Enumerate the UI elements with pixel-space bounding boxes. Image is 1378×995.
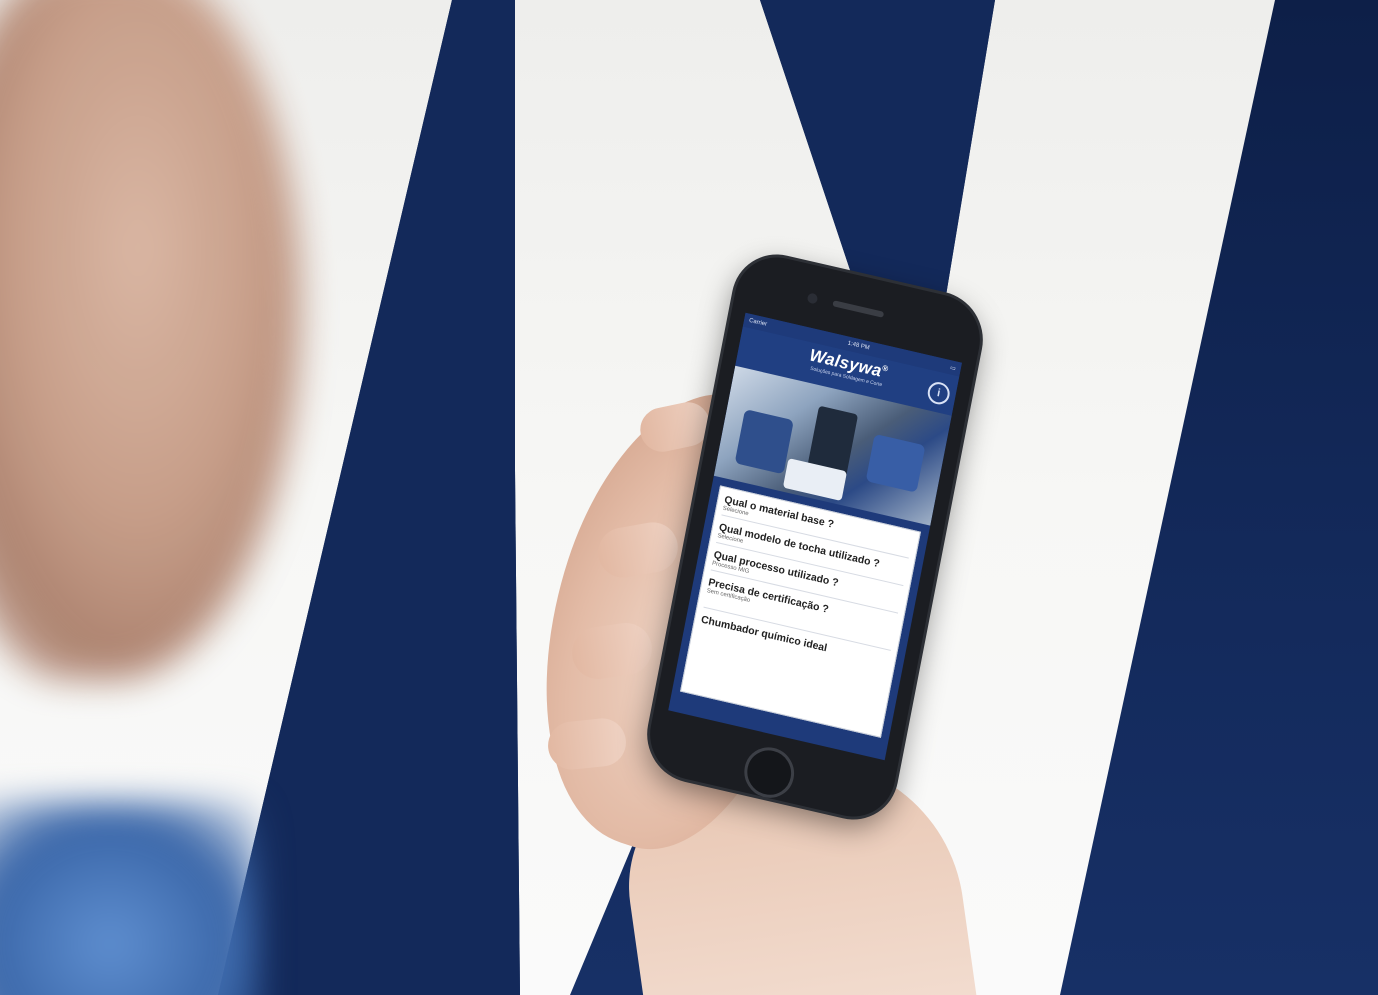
home-button[interactable] bbox=[740, 742, 799, 803]
info-icon: i bbox=[936, 387, 942, 400]
earpiece-speaker bbox=[832, 300, 885, 318]
question-menu: Qual o material base ? Selecione Qual mo… bbox=[680, 485, 921, 738]
blurred-shirt bbox=[0, 800, 260, 995]
machine-shape bbox=[865, 433, 926, 493]
photo-scene: Carrier 1:48 PM ▭ Walsywa® Soluções para… bbox=[0, 0, 1378, 995]
front-camera bbox=[806, 292, 819, 305]
machine-shape bbox=[734, 409, 794, 475]
battery-icon: ▭ bbox=[949, 364, 957, 372]
carrier-label: Carrier bbox=[748, 317, 768, 328]
brand-registered-mark: ® bbox=[881, 363, 890, 374]
clock: 1:48 PM bbox=[847, 340, 871, 352]
